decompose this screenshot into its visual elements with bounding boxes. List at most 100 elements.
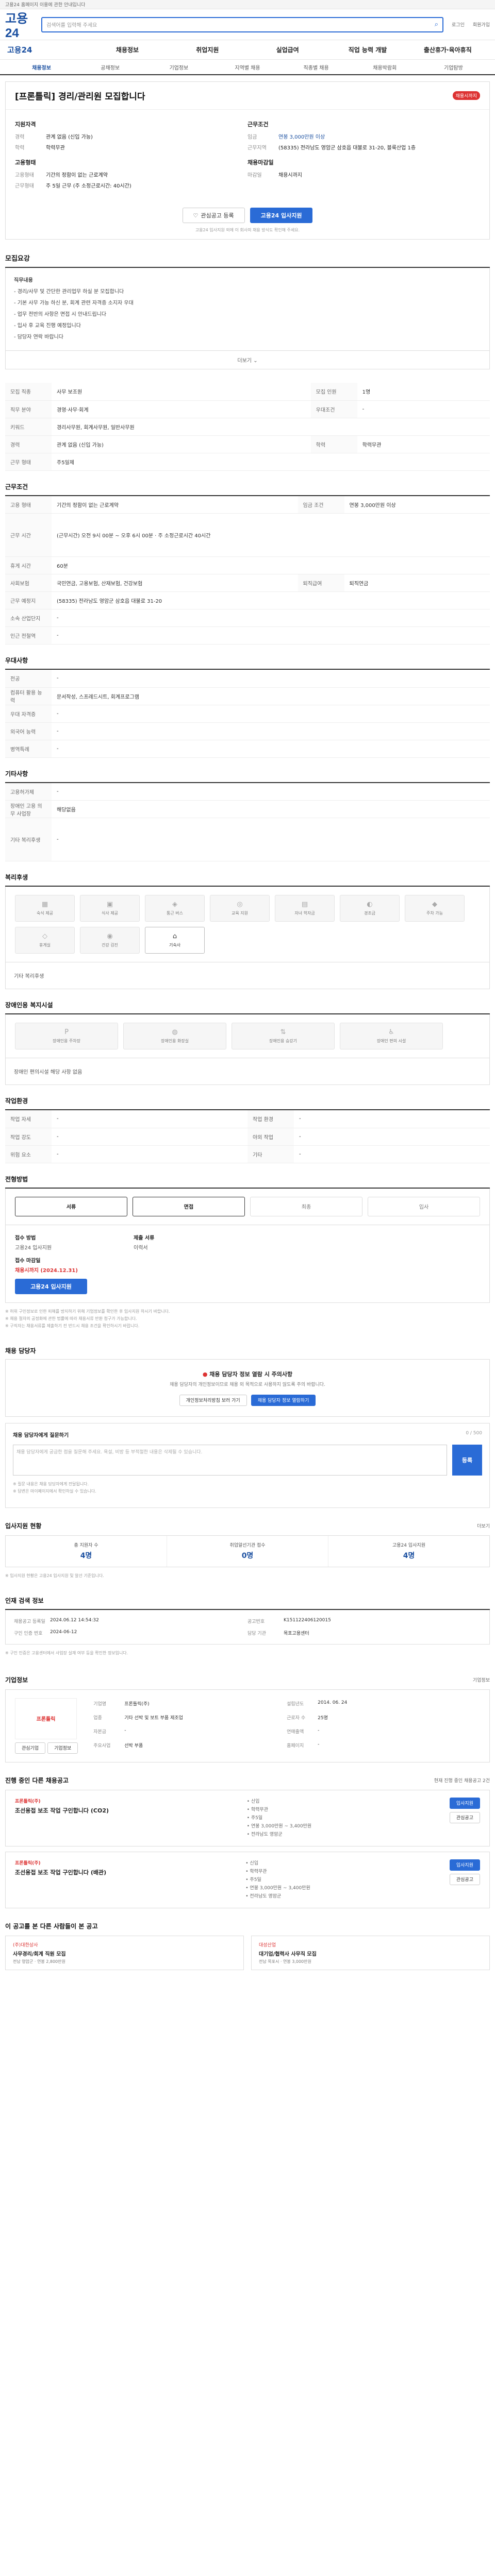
welfare-item: ◈ 통근 버스 bbox=[145, 895, 205, 922]
section-title-preference: 우대사항 bbox=[5, 656, 490, 670]
other-job-save-button[interactable]: 관심공고 bbox=[449, 1873, 480, 1885]
cell-value: - bbox=[52, 722, 490, 740]
subnav-company[interactable]: 기업정보 bbox=[144, 63, 213, 71]
gnb-home[interactable]: 고용24 bbox=[7, 44, 87, 55]
search-icon[interactable]: ⌕ bbox=[435, 21, 438, 28]
job-desc-line: - 업무 전반의 사항은 면접 시 안내드립니다 bbox=[14, 312, 107, 317]
other-job-apply-button[interactable]: 입사지원 bbox=[449, 1797, 480, 1809]
info-value: - bbox=[318, 1741, 320, 1747]
rec-title[interactable]: 대기업/협력사 사무직 모집 bbox=[259, 1950, 482, 1957]
sub-nav: 채용정보 공채정보 기업정보 지역별 채용 직종별 채용 채용박람회 기업탐방 bbox=[0, 60, 495, 75]
welfare-label: 통근 버스 bbox=[167, 911, 183, 916]
follow-company-button[interactable]: 관심기업 bbox=[15, 1742, 46, 1754]
job-title-link[interactable]: 조선용접 보조 작업 구인합니다 (배관) bbox=[15, 1868, 106, 1876]
cell-value: - bbox=[294, 1110, 490, 1128]
subnav-public[interactable]: 공채정보 bbox=[76, 63, 144, 71]
job-meta: • 신입 • 학력무관 • 주5일 • 연봉 3,000만원 ~ 3,400만원… bbox=[247, 1798, 312, 1839]
top-notice-bar: 고용24 홈페이지 이용에 관한 안내입니다 bbox=[0, 0, 495, 9]
subnav-region[interactable]: 지역별 채용 bbox=[213, 63, 282, 71]
cell-value: 국민연금, 고용보험, 산재보험, 건강보험 bbox=[52, 574, 298, 592]
job-desc-more-button[interactable]: 더보기 ⌄ bbox=[5, 351, 490, 369]
global-nav: 고용24 채용정보 취업지원 실업급여 직업 능력 개발 출산휴가·육아휴직 bbox=[0, 40, 495, 60]
disability-note: 장애인 편의시설 해당 사항 없음 bbox=[5, 1058, 490, 1085]
job-title-link[interactable]: 조선용접 보조 작업 구인합니다 (CO2) bbox=[15, 1806, 109, 1815]
welfare-label: 주차 가능 bbox=[426, 911, 443, 916]
gnb-vocational-training[interactable]: 직업 능력 개발 bbox=[327, 45, 407, 54]
recommended-card[interactable]: 대성산업 대기업/협력사 사무직 모집 전남 목포시 · 연봉 3,000만원 bbox=[251, 1935, 490, 1970]
job-desc-line: - 담당자 연락 바랍니다 bbox=[14, 334, 63, 340]
rec-company: (주)대한상사 bbox=[13, 1942, 38, 1948]
apply-button[interactable]: 고용24 입사지원 bbox=[250, 208, 313, 223]
recommended-card[interactable]: (주)대한상사 사무경리/회계 직원 모집 전남 영암군 · 연봉 2,800만… bbox=[5, 1935, 244, 1970]
info-value: 목포고용센터 bbox=[284, 1631, 309, 1636]
company-info: 기업명 프론틀릭(주) 설립년도 2014. 06. 24 업종 기타 선박 및 보트… bbox=[93, 1698, 480, 1754]
kv-key: 마감일 bbox=[248, 173, 262, 178]
cell-value: (58335) 전라남도 영암군 삼호읍 대불로 31-20 bbox=[52, 591, 490, 609]
applicants-more-link[interactable]: 더보기 bbox=[477, 1522, 490, 1529]
kv-key: 학력 bbox=[15, 145, 25, 151]
job-meta-item: • 연봉 3,000만원 ~ 3,400만원 bbox=[246, 1823, 312, 1829]
other-job-card[interactable]: 프론틀릭(주) 조선용접 보조 작업 구인합니다 (배관) • 신입 • 학력무… bbox=[5, 1851, 490, 1908]
agency-note: ※ 구인 인증은 고용센터에서 사업장 실재 여부 등을 확인한 정보입니다. bbox=[5, 1650, 128, 1655]
rec-title[interactable]: 사무경리/회계 직원 모집 bbox=[13, 1950, 236, 1957]
more-label: 더보기 bbox=[237, 358, 252, 364]
more-jobs-note: 현재 진행 중인 채용공고 2건 bbox=[434, 1778, 490, 1784]
subnav-visit[interactable]: 기업탐방 bbox=[419, 63, 488, 71]
login-link[interactable]: 로그인 bbox=[452, 21, 465, 28]
disability-label: 장애인용 승강기 bbox=[269, 1039, 298, 1043]
process-step: 면접 bbox=[133, 1196, 245, 1216]
company-card: 프론틀릭 관심기업 기업정보 기업명 프론틀릭(주) 설립년도 2014. 06. … bbox=[5, 1689, 490, 1762]
cell-value: 연봉 3,000만원 이상 bbox=[344, 496, 490, 514]
gnb-parental-leave[interactable]: 출산휴가·육아휴직 bbox=[408, 45, 488, 54]
stat-value: 4명 bbox=[80, 1552, 92, 1560]
parking-icon: ◆ bbox=[432, 901, 437, 908]
welfare-etc: 기타 복리후생 bbox=[5, 962, 490, 989]
gnb-jobs[interactable]: 채용정보 bbox=[87, 45, 167, 54]
gnb-unemployment-benefit[interactable]: 실업급여 bbox=[248, 45, 327, 54]
subnav-jobs[interactable]: 채용정보 bbox=[7, 63, 76, 71]
section-title-process: 전형방법 bbox=[5, 1175, 490, 1189]
view-manager-button[interactable]: 채용 담당자 정보 열람하기 bbox=[251, 1394, 316, 1406]
process-step: 서류 bbox=[15, 1196, 127, 1216]
welfare-item-active: ⌂ 기숙사 bbox=[145, 927, 205, 954]
question-submit-button[interactable]: 등록 bbox=[452, 1444, 482, 1476]
question-input[interactable]: 채용 담당자에게 궁금한 점을 질문해 주세요. 욕설, 비방 등 부적절한 내… bbox=[13, 1444, 447, 1476]
apply-deadline-value: 채용시까지 (2024.12.31) bbox=[15, 1267, 78, 1274]
pref-table: 전공 - 컴퓨터 활용 능력 문서작성, 스프레드시트, 회계프로그램 우대 자격증… bbox=[5, 670, 490, 758]
subnav-fair[interactable]: 채용박람회 bbox=[351, 63, 419, 71]
other-job-save-button[interactable]: 관심공고 bbox=[449, 1811, 480, 1823]
cell-key: 기타 bbox=[248, 1145, 294, 1163]
cell-key: 퇴직급여 bbox=[298, 574, 344, 592]
cell-value: - bbox=[294, 1128, 490, 1146]
kv-value: 채용시까지 bbox=[278, 173, 302, 178]
subnav-occupation[interactable]: 직종별 채용 bbox=[282, 63, 351, 71]
cell-key: 외국어 능력 bbox=[5, 722, 52, 740]
kv-value: 학력무관 bbox=[46, 145, 65, 151]
site-logo[interactable]: 고용24 bbox=[5, 8, 41, 41]
signup-link[interactable]: 회원가입 bbox=[473, 21, 490, 28]
process-apply-button[interactable]: 고용24 입사지원 bbox=[15, 1278, 87, 1294]
conditions-a-table: 모집 직종 사무 보조원 모집 인원 1명 직무 분야 경영·사무·회계 우대조건 - 키워… bbox=[5, 383, 490, 471]
other-job-card[interactable]: 프론틀릭(주) 조선용접 보조 작업 구인합니다 (CO2) • 신입 • 학력… bbox=[5, 1789, 490, 1846]
gnb-employment-support[interactable]: 취업지원 bbox=[168, 45, 248, 54]
company-more-link[interactable]: 기업정보 bbox=[473, 1676, 490, 1683]
info-key: 설립년도 bbox=[287, 1701, 304, 1707]
cell-key: 모집 인원 bbox=[310, 383, 357, 401]
kv-key: 근무지역 bbox=[248, 145, 267, 151]
disability-item: P 장애인용 주차장 bbox=[15, 1023, 118, 1049]
company-info-button[interactable]: 기업정보 bbox=[47, 1742, 78, 1754]
welfare-item: ◐ 경조금 bbox=[340, 895, 400, 922]
job-desc-box: 직무내용 - 경리/사무 및 간단한 관리업무 하실 분 모집합니다 - 기본 … bbox=[5, 268, 490, 351]
process-notes: ※ 허위 구인정보로 인한 피해를 방지하기 위해 기업정보를 확인한 후 입사… bbox=[5, 1303, 490, 1335]
cell-key: 기타 복리후생 bbox=[5, 818, 52, 861]
search-input[interactable]: 검색어를 입력해 주세요 ⌕ bbox=[41, 16, 444, 32]
site-header: 고용24 검색어를 입력해 주세요 ⌕ 로그인 회원가입 bbox=[0, 9, 495, 40]
gift-icon: ◐ bbox=[367, 901, 373, 908]
job-meta-item: • 학력무관 bbox=[245, 1869, 267, 1874]
privacy-policy-button[interactable]: 개인정보처리방침 보러 가기 bbox=[179, 1394, 247, 1406]
cell-key: 고용허가제 bbox=[5, 783, 52, 801]
other-job-apply-button[interactable]: 입사지원 bbox=[449, 1859, 480, 1871]
others-table: 고용허가제 - 장애인 고용 의무 사업장 해당없음 기타 복리후생 - bbox=[5, 783, 490, 861]
save-job-button[interactable]: ♡ 관심공고 등록 bbox=[182, 208, 245, 223]
rec-company: 대성산업 bbox=[259, 1942, 276, 1948]
